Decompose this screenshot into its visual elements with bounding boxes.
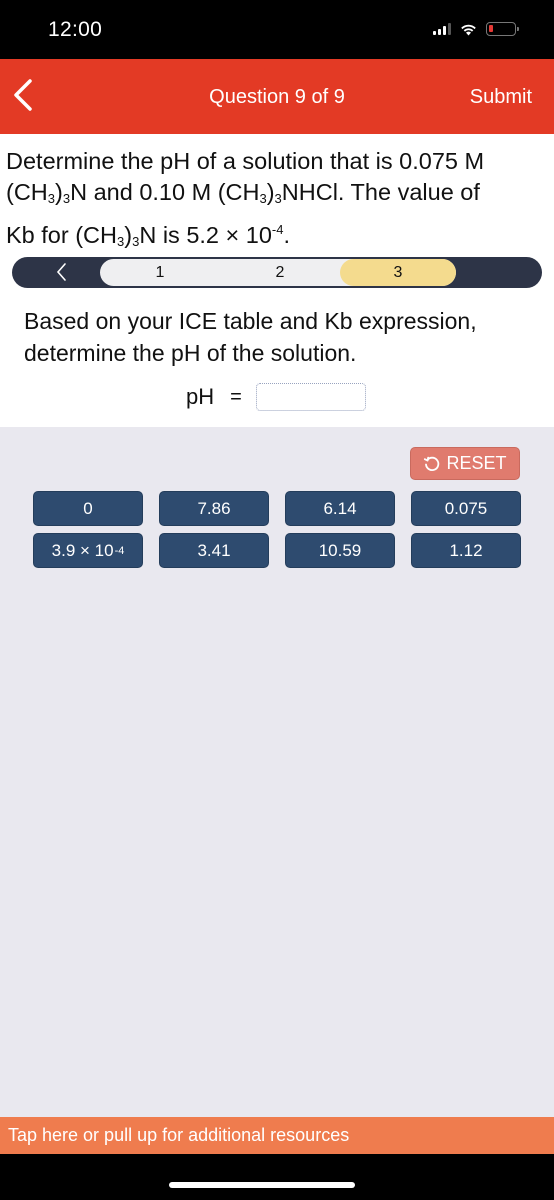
answer-tiles: 0 7.86 6.14 0.075 3.9 × 10 -4 3.41 10.59 … [33,491,521,568]
ph-answer-dropzone[interactable] [255,383,366,411]
additional-resources-bar[interactable]: Tap here or pull up for additional resou… [0,1117,554,1154]
answer-tile[interactable]: 3.9 × 10 -4 [33,533,143,568]
status-time: 12:00 [48,18,103,41]
answer-tile[interactable]: 3.41 [159,533,269,568]
answer-tile[interactable]: 1.12 [411,533,521,568]
equals-sign: = [230,385,242,408]
status-icons [433,22,519,36]
answer-tile[interactable]: 10.59 [285,533,395,568]
home-area [0,1154,554,1200]
undo-icon [424,456,440,471]
step-track: 1 2 3 [100,259,456,286]
answer-tile[interactable]: 0.075 [411,491,521,526]
step-2[interactable]: 2 [220,259,340,286]
ph-label: pH [186,384,215,409]
step-3-active[interactable]: 3 [340,259,456,286]
signal-icon [433,23,451,35]
question-text: Determine the pH of a solution that is 0… [6,148,485,249]
step-1[interactable]: 1 [100,259,220,286]
home-indicator[interactable] [169,1182,355,1188]
nav-bar: Question 9 of 9 Submit [0,59,554,134]
chevron-left-icon [56,263,66,281]
status-bar: 12:00 [0,0,554,59]
wifi-icon [461,24,476,35]
answer-tile[interactable]: 7.86 [159,491,269,526]
answer-tile[interactable]: 6.14 [285,491,395,526]
reset-button[interactable]: RESET [410,447,520,480]
previous-step-button[interactable] [52,261,72,283]
submit-button[interactable]: Submit [470,86,532,109]
battery-low-icon [486,22,519,36]
step-prompt: Based on your ICE table and Kb expressio… [24,308,477,366]
ph-answer-row: pH = [186,383,366,411]
answer-tile[interactable]: 0 [33,491,143,526]
reset-label: RESET [446,453,507,473]
step-navigator: 1 2 3 [12,257,542,288]
